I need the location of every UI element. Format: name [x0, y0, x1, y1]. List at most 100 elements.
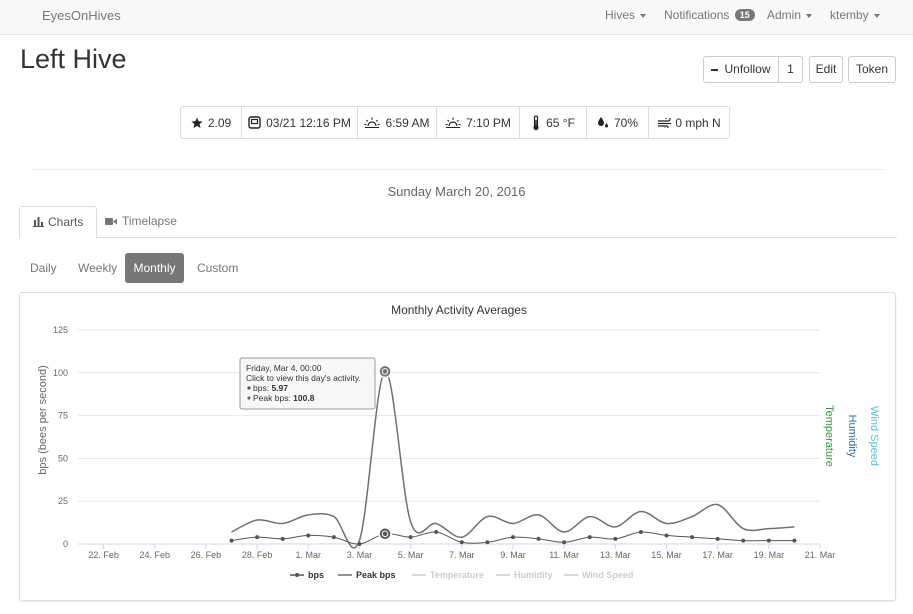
- legend-marker: [295, 573, 299, 577]
- minus-icon: [711, 68, 719, 71]
- wind-value: 0 mph N: [675, 115, 721, 130]
- data-point[interactable]: [766, 538, 771, 543]
- nav-hives-label: Hives: [605, 8, 636, 22]
- thermometer-icon: [531, 114, 541, 131]
- nav-admin-label: Admin: [767, 8, 802, 22]
- humidity-value: 70%: [613, 115, 639, 130]
- y-tick-label: 75: [58, 411, 68, 421]
- legend-item[interactable]: Humidity: [514, 570, 553, 580]
- data-point[interactable]: [434, 530, 439, 535]
- humidity-stat: 70%: [586, 106, 649, 139]
- legend-item[interactable]: Temperature: [430, 570, 484, 580]
- x-tick-label: 3. Mar: [347, 550, 373, 560]
- tooltip-peak-value: 100.8: [293, 393, 315, 403]
- highlighted-point[interactable]: [378, 364, 392, 379]
- x-tick-label: 11. Mar: [549, 550, 579, 560]
- x-tick-label: 26. Feb: [191, 550, 222, 560]
- data-point[interactable]: [664, 533, 669, 538]
- x-tick-label: 21. Mar: [805, 550, 836, 560]
- tab-charts[interactable]: Charts: [19, 206, 98, 239]
- chevron-down-icon: [806, 13, 813, 18]
- y-tick-label: 125: [53, 325, 68, 335]
- chart-legend: bps Peak bps Temperature Humidity Wind Speed: [290, 570, 633, 580]
- x-tick-label: 9. Mar: [500, 550, 526, 560]
- x-axis-ticks: 22. Feb 24. Feb 26. Feb 28. Feb 1. Mar 3. Mar…: [78, 543, 836, 560]
- nav-notifications-label: Notifications: [664, 8, 730, 22]
- sunrise-icon: [364, 117, 380, 129]
- token-button[interactable]: Token: [848, 56, 896, 83]
- legend-item[interactable]: bps: [308, 570, 324, 580]
- x-tick-label: 22. Feb: [88, 550, 119, 560]
- range-daily[interactable]: Daily: [18, 253, 69, 283]
- star-icon: [191, 117, 203, 129]
- data-point[interactable]: [741, 538, 746, 543]
- sunrise-value: 6:59 AM: [385, 115, 430, 130]
- follow-count: 1: [779, 56, 803, 83]
- x-tick-label: 5. Mar: [398, 550, 424, 560]
- range-monthly[interactable]: Monthly: [125, 253, 184, 283]
- rating-stat: 2.09: [180, 106, 242, 139]
- nav-user-dropdown[interactable]: ktemby: [830, 8, 880, 22]
- svg-text:bps: 5.97: bps: 5.97: [253, 383, 288, 393]
- data-point[interactable]: [690, 535, 695, 540]
- date-heading: Sunday March 20, 2016: [387, 184, 526, 199]
- legend-item[interactable]: Peak bps: [356, 570, 396, 580]
- x-tick-label: 15. Mar: [651, 550, 682, 560]
- data-point[interactable]: [613, 536, 618, 541]
- tooltip-peak-label: Peak bps:: [253, 393, 293, 403]
- data-point[interactable]: [587, 535, 592, 540]
- chevron-down-icon: [640, 13, 647, 18]
- range-custom[interactable]: Custom: [185, 253, 250, 283]
- droplets-icon: [597, 116, 609, 129]
- x-tick-label: 13. Mar: [600, 550, 631, 560]
- nav-user-label: ktemby: [830, 8, 869, 22]
- x-tick-label: 24. Feb: [139, 550, 170, 560]
- unfollow-label: Unfollow: [724, 62, 771, 76]
- nav-admin-dropdown[interactable]: Admin: [767, 8, 813, 22]
- highlighted-point[interactable]: [378, 527, 392, 541]
- data-point[interactable]: [331, 535, 336, 540]
- y-axis-label: bps (bees per second): [37, 365, 49, 474]
- tab-timelapse[interactable]: Timelapse: [92, 206, 190, 238]
- legend-item[interactable]: Wind Speed: [582, 570, 633, 580]
- temperature-stat: 65 °F: [519, 106, 587, 139]
- wind-stat: 0 mph N: [648, 106, 730, 139]
- x-tick-label: 28. Feb: [242, 550, 273, 560]
- data-point[interactable]: [408, 535, 413, 540]
- nav-notifications[interactable]: Notifications 15: [664, 8, 755, 22]
- data-point[interactable]: [459, 540, 464, 545]
- brand-link[interactable]: EyesOnHives: [42, 8, 121, 23]
- y-tick-label: 50: [58, 453, 68, 463]
- data-point[interactable]: [638, 530, 643, 535]
- x-tick-label: 19. Mar: [754, 550, 785, 560]
- data-point[interactable]: [485, 540, 490, 545]
- tab-timelapse-label: Timelapse: [122, 214, 177, 228]
- chevron-down-icon: [873, 13, 880, 18]
- unfollow-button[interactable]: Unfollow: [703, 56, 779, 83]
- last-update-value: 03/21 12:16 PM: [266, 115, 351, 130]
- divider: [32, 169, 885, 170]
- hdd-icon: [248, 116, 261, 129]
- data-point[interactable]: [306, 533, 311, 538]
- tab-charts-label: Charts: [48, 215, 84, 229]
- nav-hives-dropdown[interactable]: Hives: [605, 8, 647, 22]
- tooltip-bps-value: 5.97: [271, 383, 288, 393]
- data-point[interactable]: [255, 535, 260, 540]
- data-point[interactable]: [562, 540, 567, 545]
- data-point[interactable]: [536, 536, 541, 541]
- data-point[interactable]: [357, 542, 362, 546]
- tooltip-title: Friday, Mar 4, 00:00: [246, 363, 322, 373]
- data-point[interactable]: [792, 538, 797, 543]
- data-point[interactable]: [229, 538, 234, 543]
- notifications-badge: 15: [734, 9, 755, 21]
- data-point[interactable]: [510, 535, 515, 540]
- sunrise-stat: 6:59 AM: [357, 106, 437, 139]
- data-point[interactable]: [715, 536, 720, 541]
- y-tick-label: 25: [58, 496, 68, 506]
- range-weekly[interactable]: Weekly: [66, 253, 129, 283]
- y-axis-ticks: 0 25 50 75 100 125: [53, 325, 68, 549]
- data-point[interactable]: [280, 536, 285, 541]
- activity-chart[interactable]: Monthly Activity Averages 0255075100125 …: [20, 293, 896, 601]
- sunset-icon: [445, 117, 461, 129]
- edit-button[interactable]: Edit: [809, 56, 843, 83]
